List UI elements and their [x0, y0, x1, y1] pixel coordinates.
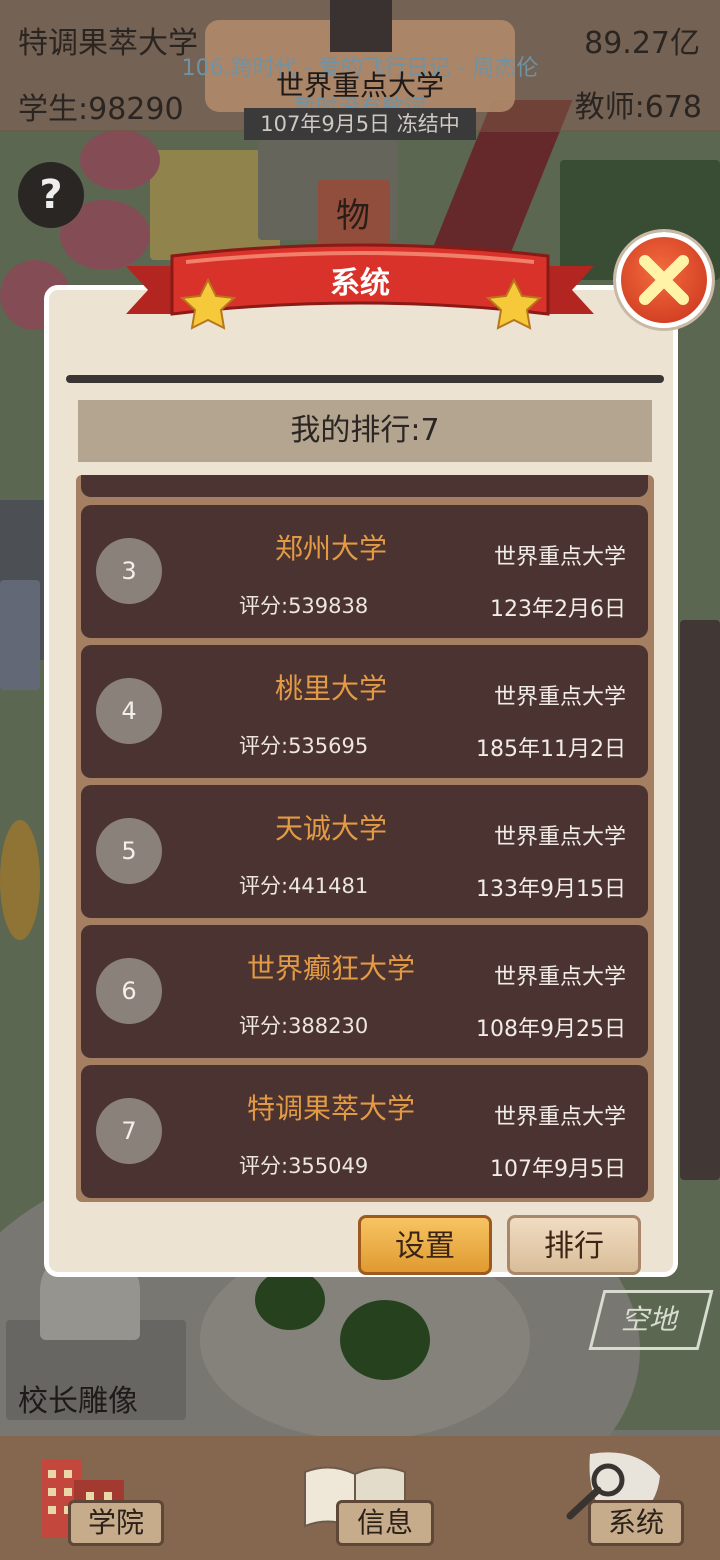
bottom-nav: 学院 信息 系统: [0, 1436, 720, 1560]
university-score: 评分:539838: [239, 594, 369, 618]
university-level: 世界重点大学: [493, 825, 626, 850]
rank-row[interactable]: 3 郑州大学 世界重点大学评分:539838 123年2月6日: [81, 505, 648, 638]
university-score: 评分:388230: [239, 1014, 369, 1038]
rank-number: 4: [96, 678, 162, 744]
statue-label: 校长雕像: [18, 1384, 138, 1419]
settings-button[interactable]: 设置: [358, 1215, 492, 1275]
rank-row[interactable]: 6 世界癫狂大学 世界重点大学评分:388230 108年9月25日: [81, 925, 648, 1058]
divider: [66, 375, 664, 383]
ranking-list[interactable]: 3 郑州大学 世界重点大学 评分:539838 123年2月6日 4 桃里大学 世界重点大学评…: [76, 475, 654, 1202]
system-dialog: 我的排行:7 3 郑州大学 世界重点大学 评分:539838 123年2月6日 4 桃里大学…: [44, 285, 678, 1277]
date-status: 107年9月5日 冻结中: [244, 108, 476, 140]
close-icon: [639, 255, 689, 305]
rank-number: 5: [96, 818, 162, 884]
ranking-button[interactable]: 排行: [507, 1215, 641, 1275]
dialog-title: 系统: [330, 266, 390, 301]
help-button[interactable]: ?: [18, 162, 84, 228]
university-date: 107年9月5日: [490, 1157, 626, 1182]
empty-lot-sign: 空地: [588, 1290, 714, 1350]
university-name: 桃里大学: [274, 672, 387, 705]
my-rank-header: 我的排行:7: [78, 400, 652, 462]
rank-row[interactable]: 5 天诚大学 世界重点大学评分:441481 133年9月15日: [81, 785, 648, 918]
university-name: 天诚大学: [274, 812, 387, 845]
university-date: 185年11月2日: [476, 737, 626, 762]
rank-number: 3: [96, 538, 162, 604]
university-name: 世界癫狂大学: [246, 952, 415, 985]
list-item: [81, 475, 648, 497]
university-score: 评分:535695: [239, 734, 369, 758]
university-level: 世界重点大学: [493, 685, 626, 710]
rank-number: 6: [96, 958, 162, 1024]
university-level: 世界重点大学: [493, 545, 626, 570]
university-score: 评分:355049: [239, 1154, 369, 1178]
university-date: 108年9月25日: [476, 1017, 626, 1042]
university-level: 世界重点大学: [493, 965, 626, 990]
nav-info[interactable]: 信息: [336, 1500, 434, 1546]
university-name: 郑州大学: [274, 532, 387, 565]
nav-college[interactable]: 学院: [68, 1500, 164, 1546]
tower-icon: [330, 0, 392, 52]
university-score: 评分:441481: [239, 874, 369, 898]
university-date: 133年9月15日: [476, 877, 626, 902]
rank-number: 7: [96, 1098, 162, 1164]
rank-row[interactable]: 7 特调果萃大学 世界重点大学评分:355049 107年9月5日: [81, 1065, 648, 1198]
university-name: 特调果萃大学: [246, 1092, 415, 1125]
university-date: 123年2月6日: [490, 597, 626, 622]
close-button[interactable]: [616, 232, 712, 328]
nav-system[interactable]: 系统: [588, 1500, 684, 1546]
university-level: 世界重点大学: [493, 1105, 626, 1130]
rank-row[interactable]: 4 桃里大学 世界重点大学评分:535695 185年11月2日: [81, 645, 648, 778]
